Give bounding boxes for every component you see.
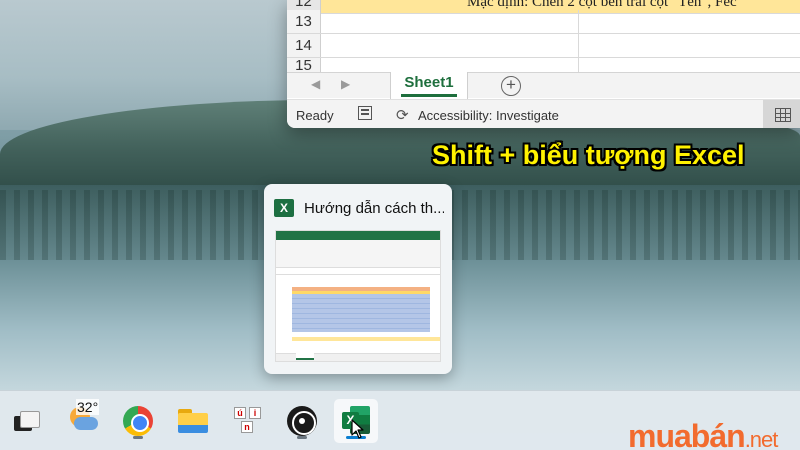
cell[interactable] — [321, 10, 579, 33]
thumbnail-formula-bar — [276, 269, 440, 275]
muaban-watermark-logo: muabán.net — [628, 418, 779, 450]
sheet-tab-sheet1[interactable]: Sheet1 — [390, 72, 468, 99]
sheet-row-14[interactable]: 14 — [287, 34, 800, 58]
taskbar-window-preview[interactable]: X Hướng dẫn cách th... — [264, 184, 452, 374]
excel-window: 12 Mặc định: Chèn 2 cột bên trái cột "Tê… — [287, 0, 800, 128]
watermark-main: muabán — [628, 418, 746, 450]
cell[interactable] — [321, 34, 579, 57]
unikey-key: i — [249, 407, 261, 419]
instruction-caption: Shift + biểu tượng Excel — [432, 140, 745, 170]
sheet-nav-right-icon[interactable]: ▶ — [341, 77, 350, 91]
unikey-key: n — [241, 421, 253, 433]
cell[interactable] — [579, 10, 800, 33]
status-bar: Ready ⟳ Accessibility: Investigate — [287, 99, 800, 128]
sheet-tab-bar: ◀ ▶ Sheet1 + — [287, 72, 800, 99]
preview-title: Hướng dẫn cách th... — [304, 200, 444, 217]
chrome-taskbar-button[interactable] — [116, 399, 160, 443]
macro-record-icon[interactable] — [358, 106, 372, 120]
sheet-nav-left-icon[interactable]: ◀ — [311, 77, 320, 91]
obs-icon — [287, 406, 317, 436]
folder-icon — [178, 409, 208, 433]
show-desktop-button[interactable] — [4, 399, 48, 443]
thumbnail-note-row — [292, 337, 440, 341]
row-header-15[interactable]: 15 — [287, 58, 321, 74]
weather-widget-button[interactable]: 32° — [62, 399, 106, 443]
watermark-suffix: .net — [744, 427, 779, 450]
running-indicator — [133, 436, 143, 439]
running-indicator — [297, 436, 307, 439]
cell[interactable] — [579, 34, 800, 57]
cell[interactable] — [321, 58, 579, 72]
accessibility-icon[interactable]: ⟳ — [396, 106, 409, 124]
thumbnail-sheet-tab — [296, 353, 314, 360]
add-sheet-button[interactable]: + — [501, 76, 521, 96]
cell[interactable] — [579, 58, 800, 72]
status-ready: Ready — [296, 108, 334, 123]
unikey-taskbar-button[interactable]: ú i n — [226, 399, 270, 443]
row-header-14[interactable]: 14 — [287, 34, 321, 57]
preview-thumbnail[interactable] — [275, 230, 441, 362]
file-explorer-taskbar-button[interactable] — [171, 399, 215, 443]
sheet-row-15[interactable]: 15 — [287, 58, 800, 74]
unikey-icon: ú i n — [234, 407, 262, 435]
unikey-key: ú — [234, 407, 246, 419]
thumbnail-ribbon — [276, 240, 440, 268]
cloud-icon — [74, 417, 98, 430]
thumbnail-titlebar — [276, 231, 440, 240]
mouse-cursor-icon — [351, 419, 364, 439]
chrome-icon — [123, 406, 153, 436]
obs-taskbar-button[interactable] — [280, 399, 324, 443]
normal-view-icon[interactable] — [763, 100, 800, 128]
weather-temperature: 32° — [76, 399, 100, 415]
excel-icon: X — [274, 199, 298, 217]
accessibility-status[interactable]: Accessibility: Investigate — [418, 108, 559, 123]
sheet-row-13[interactable]: 13 — [287, 10, 800, 34]
desktop-icon — [14, 411, 40, 431]
row-header-13[interactable]: 13 — [287, 10, 321, 33]
thumbnail-table-rows — [292, 294, 430, 332]
